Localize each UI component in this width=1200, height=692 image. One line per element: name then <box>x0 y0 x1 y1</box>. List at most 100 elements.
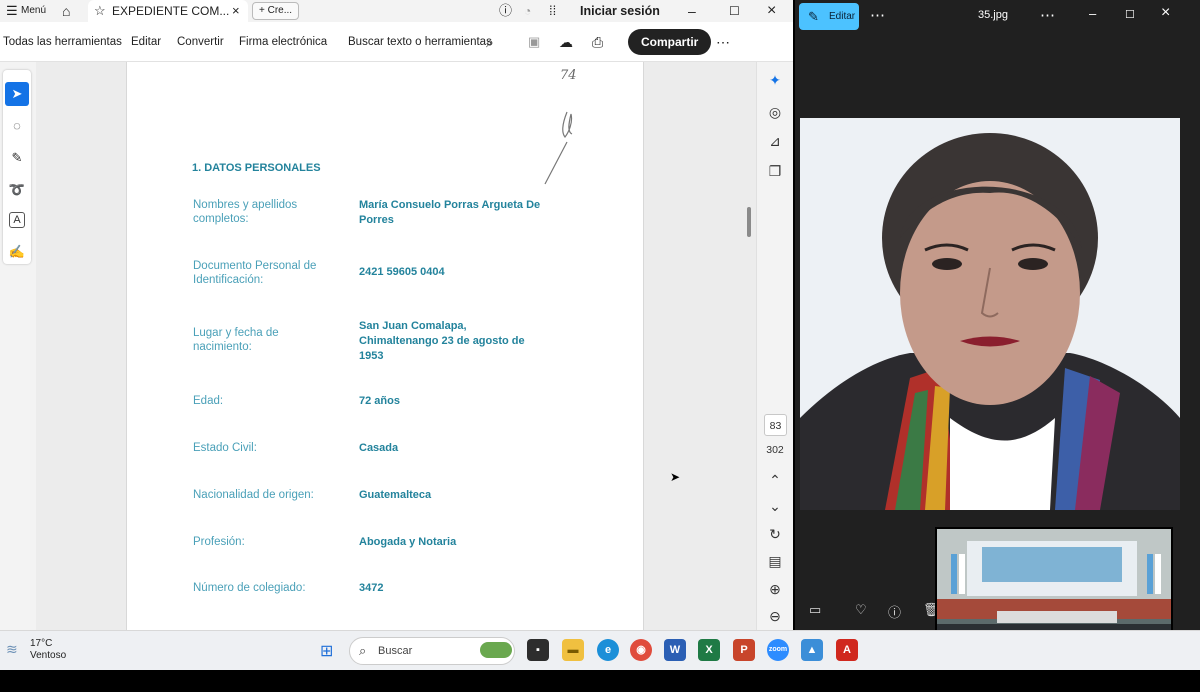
menu-button[interactable]: Menú <box>21 0 46 22</box>
image-file-name: 35.jpg <box>978 9 1008 21</box>
save-icon[interactable]: ▣ <box>528 22 540 62</box>
minimize-icon[interactable]: – <box>688 0 696 22</box>
powerpoint-icon[interactable]: P <box>733 639 755 661</box>
right-tool-rail: ✦ ◎ ⊿ ❐ 83 302 ⌃ ⌄ ↻ ▤ ⊕ ⊖ <box>756 62 793 630</box>
field-value-name: María Consuelo Porras Argueta De Porres <box>359 199 541 226</box>
wind-weather-icon: ≋ <box>6 641 18 657</box>
portrait-photo[interactable] <box>800 118 1180 510</box>
vertical-scrollbar[interactable] <box>747 207 751 237</box>
acrobat-toolbar: Todas las herramientas Editar Convertir … <box>0 22 793 62</box>
excel-icon[interactable]: X <box>698 639 720 661</box>
help-icon[interactable]: ⓘ <box>499 0 512 22</box>
more-options-icon[interactable]: ⋯ <box>870 6 885 24</box>
minimize-icon[interactable]: – <box>1089 6 1096 21</box>
convert-button[interactable]: Convertir <box>177 22 224 62</box>
total-pages: 302 <box>766 444 784 456</box>
comments-icon[interactable]: ◎ <box>757 104 793 121</box>
field-label-name: Nombres y apellidos completos: <box>193 199 298 225</box>
weather-condition: Ventoso <box>30 650 67 661</box>
search-icon: ⌕ <box>359 643 367 658</box>
close-window-icon[interactable]: × <box>767 0 776 22</box>
file-info-icon[interactable]: ⓘ <box>888 602 901 621</box>
edit-image-button[interactable]: ✎ Editar <box>799 3 859 30</box>
caption-strip <box>0 670 1200 692</box>
field-label-age: Edad: <box>193 395 224 407</box>
field-label-dpi: Documento Personal de Identificación: <box>193 260 317 286</box>
field-label-bar-number: Número de colegiado: <box>193 582 306 594</box>
word-icon[interactable]: W <box>664 639 686 661</box>
windows-start-icon[interactable]: ⊞ <box>320 641 333 661</box>
search-tools-button[interactable]: Buscar texto o herramientas <box>348 22 492 62</box>
mouse-cursor-icon: ➤ <box>670 470 681 484</box>
zoom-out-icon[interactable]: ⊖ <box>757 608 793 625</box>
hamburger-icon[interactable]: ☰ <box>6 0 18 22</box>
bell-icon[interactable]: ◔ <box>524 0 531 22</box>
document-canvas[interactable]: 74 1. DATOS PERSONALES Nombres y apellid… <box>36 62 756 630</box>
field-value-birth: San Juan Comalapa, Chimaltenango 23 de a… <box>359 320 525 362</box>
select-cursor-icon[interactable]: ➤ <box>5 82 29 106</box>
close-window-icon[interactable]: × <box>1161 4 1170 22</box>
search-highlight-icon <box>480 642 512 658</box>
share-button[interactable]: Compartir <box>628 29 712 55</box>
margin-page-number: 74 <box>560 68 577 83</box>
close-tab-icon[interactable]: × <box>232 0 240 22</box>
upload-cloud-icon[interactable]: ☁ <box>559 22 573 62</box>
chrome-icon[interactable]: ◉ <box>630 639 652 661</box>
print-icon[interactable]: ⎙ <box>592 22 603 62</box>
favorite-heart-icon[interactable]: ♡ <box>855 602 867 618</box>
esign-button[interactable]: Firma electrónica <box>239 22 327 62</box>
field-value-nationality: Guatemalteca <box>359 489 432 501</box>
quick-tools-panel: ➤ ◌ ✎ ➰ A ✍ <box>3 70 31 264</box>
field-value-profession: Abogada y Notaria <box>359 536 457 548</box>
files-icon[interactable]: ▬ <box>562 639 584 661</box>
text-box-icon[interactable]: A <box>9 212 25 228</box>
rotate-icon[interactable]: ↻ <box>757 526 793 543</box>
weather-widget[interactable]: 17°C Ventoso <box>30 638 66 662</box>
home-icon[interactable]: ⌂ <box>62 0 70 22</box>
field-value-dpi: 2421 59605 0404 <box>359 266 445 278</box>
field-label-nationality: Nacionalidad de origen: <box>193 489 314 501</box>
search-icon[interactable]: ⌕ <box>486 22 494 62</box>
zoom-in-icon[interactable]: ⊕ <box>757 581 793 598</box>
sign-pen-icon[interactable]: ✍ <box>5 240 29 264</box>
edit-image-icon: ✎ <box>808 9 819 24</box>
field-label-birth: Lugar y fecha de nacimiento: <box>193 327 279 353</box>
current-page-input[interactable]: 83 <box>764 414 787 436</box>
star-icon[interactable]: ☆ <box>94 0 106 22</box>
section-title: 1. DATOS PERSONALES <box>192 162 321 174</box>
filmstrip-icon[interactable]: ▭ <box>809 602 821 618</box>
edge-icon[interactable]: e <box>597 639 619 661</box>
field-value-civil-status: Casada <box>359 442 399 454</box>
edit-button[interactable]: Editar <box>131 22 161 62</box>
previous-page-icon[interactable]: ⌃ <box>757 472 793 489</box>
field-value-age: 72 años <box>359 395 400 407</box>
comment-icon[interactable]: ◌ <box>5 114 29 138</box>
highlight-pen-icon[interactable]: ✎ <box>5 146 29 170</box>
photos-icon[interactable]: ▲ <box>801 639 823 661</box>
draw-lasso-icon[interactable]: ➰ <box>5 178 29 202</box>
next-page-icon[interactable]: ⌄ <box>757 498 793 515</box>
photos-menu-icon[interactable]: ⋯ <box>1040 6 1055 24</box>
document-tab[interactable]: ☆ EXPEDIENTE COM... <box>88 0 248 22</box>
bookmark-icon[interactable]: ⊿ <box>757 133 793 150</box>
weather-temperature: 17°C <box>30 638 53 649</box>
taskbar-search-placeholder: Buscar <box>378 645 413 657</box>
maximize-icon[interactable]: ☐ <box>729 0 740 22</box>
all-tools-button[interactable]: Todas las herramientas <box>3 22 122 62</box>
pages-icon[interactable]: ❐ <box>757 163 793 180</box>
task-view-icon[interactable]: ▪ <box>527 639 549 661</box>
field-label-civil-status: Estado Civil: <box>193 442 257 454</box>
zoom-icon[interactable]: zoom <box>767 639 789 661</box>
portrait-illustration <box>800 118 1180 510</box>
apps-grid-icon[interactable]: ⁞⁞ <box>549 0 556 22</box>
ai-assistant-icon[interactable]: ✦ <box>757 72 793 89</box>
document-page: 74 1. DATOS PERSONALES Nombres y apellid… <box>126 62 644 630</box>
edit-image-label: Editar <box>829 11 856 22</box>
more-options-icon[interactable]: ⋯ <box>716 22 730 62</box>
acrobat-window: ☰ Menú ⌂ ☆ EXPEDIENTE COM... × + Cre... … <box>0 0 793 630</box>
page-fit-icon[interactable]: ▤ <box>757 553 793 570</box>
acrobat-icon[interactable]: A <box>836 639 858 661</box>
new-tab-button[interactable]: + Cre... <box>252 2 300 20</box>
sign-in-link[interactable]: Iniciar sesión <box>580 0 660 22</box>
maximize-icon[interactable]: ☐ <box>1125 8 1135 21</box>
